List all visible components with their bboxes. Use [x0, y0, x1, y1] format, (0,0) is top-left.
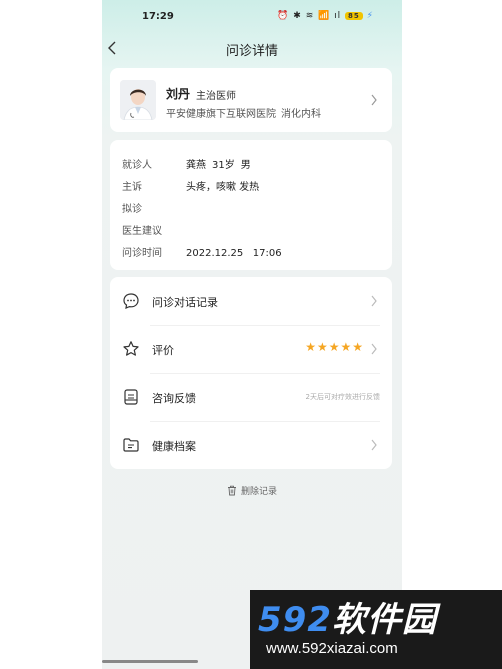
- trash-icon: [227, 485, 236, 496]
- battery-icon: 85: [345, 12, 363, 20]
- advice-row: 医生建议: [122, 222, 186, 237]
- diagnosis-row: 拟诊: [122, 200, 186, 215]
- page-title: 问诊详情: [225, 43, 278, 58]
- delete-record-label: 删除记录: [240, 487, 277, 497]
- time-label: 问诊时间: [122, 248, 162, 259]
- feedback-item[interactable]: 咨询反馈 2天后可对疗效进行反馈: [110, 373, 392, 421]
- complaint-value: 头疼，咳嗽 发热: [186, 182, 260, 193]
- health-file-label: 健康档案: [152, 441, 196, 453]
- patient-label: 就诊人: [122, 160, 152, 171]
- doctor-department: 消化内科: [281, 109, 321, 120]
- status-time: 17:29: [142, 11, 174, 22]
- app-screen: 17:29 ⏰ ✱ ≋ 📶 ıl 85 ⚡ 问诊详情 刘丹 主治医师 平安健康旗…: [102, 0, 402, 669]
- watermark-url: www.592xiazai.com: [266, 640, 398, 657]
- feedback-form-icon: [124, 389, 138, 405]
- diagnosis-label: 拟诊: [122, 204, 142, 215]
- menu-card: 问诊对话记录 评价 ★★★★★ 咨询反馈 2天后可对疗效进行反馈 健康档案: [110, 277, 392, 469]
- charging-icon: ⚡: [366, 11, 374, 21]
- watermark-cn: 软件园: [331, 600, 437, 640]
- rating-item[interactable]: 评价 ★★★★★: [110, 325, 392, 373]
- nav-bar: 问诊详情: [102, 34, 402, 62]
- delete-record-button[interactable]: 删除记录: [102, 484, 402, 497]
- time-row: 问诊时间 2022.12.25 17:06: [122, 244, 282, 259]
- chevron-right-icon: [371, 343, 377, 355]
- complaint-row: 主诉 头疼，咳嗽 发热: [122, 178, 259, 193]
- complaint-label: 主诉: [122, 182, 142, 193]
- doctor-name: 刘丹: [166, 87, 191, 101]
- doctor-title: 主治医师: [196, 91, 236, 102]
- home-indicator: [102, 660, 198, 663]
- status-icons-glyphs: ⏰ ✱ ≋ 📶 ıl: [277, 11, 342, 21]
- patient-gender: 男: [240, 160, 251, 171]
- folder-icon: [123, 438, 139, 452]
- time-value: 2022.12.25 17:06: [186, 248, 282, 259]
- doctor-card[interactable]: 刘丹 主治医师 平安健康旗下互联网医院 消化内科: [110, 68, 392, 132]
- watermark-logo: 592软件园: [258, 592, 437, 641]
- patient-age: 31岁: [212, 160, 235, 171]
- status-icons: ⏰ ✱ ≋ 📶 ıl 85 ⚡: [277, 11, 374, 21]
- doctor-affiliation: 平安健康旗下互联网医院 消化内科: [166, 105, 321, 120]
- consultation-info-card: 就诊人 龚燕 31岁男 主诉 头疼，咳嗽 发热 拟诊 医生建议 问诊时间 2022.12…: [110, 140, 392, 270]
- health-file-item[interactable]: 健康档案: [110, 421, 392, 469]
- rating-label: 评价: [152, 345, 174, 357]
- feedback-label: 咨询反馈: [152, 393, 196, 405]
- star-outline-icon: [123, 341, 139, 356]
- rating-stars: ★★★★★: [305, 340, 364, 354]
- patient-row: 就诊人 龚燕 31岁男: [122, 156, 251, 171]
- watermark-number: 592: [258, 600, 332, 640]
- doctor-avatar: [120, 80, 156, 120]
- chevron-right-icon: [371, 439, 377, 451]
- chat-record-item[interactable]: 问诊对话记录: [110, 277, 392, 325]
- advice-label: 医生建议: [122, 226, 162, 237]
- chevron-right-icon: [371, 295, 377, 307]
- status-bar: 17:29 ⏰ ✱ ≋ 📶 ıl 85 ⚡: [102, 8, 402, 28]
- chevron-right-icon: [371, 94, 377, 106]
- chat-record-label: 问诊对话记录: [152, 297, 218, 309]
- doctor-hospital: 平安健康旗下互联网医院: [166, 109, 276, 120]
- chat-bubble-icon: [123, 293, 139, 309]
- site-watermark: 592软件园 www.592xiazai.com: [250, 590, 502, 669]
- feedback-hint: 2天后可对疗效进行反馈: [305, 393, 380, 401]
- patient-name: 龚燕: [186, 160, 206, 171]
